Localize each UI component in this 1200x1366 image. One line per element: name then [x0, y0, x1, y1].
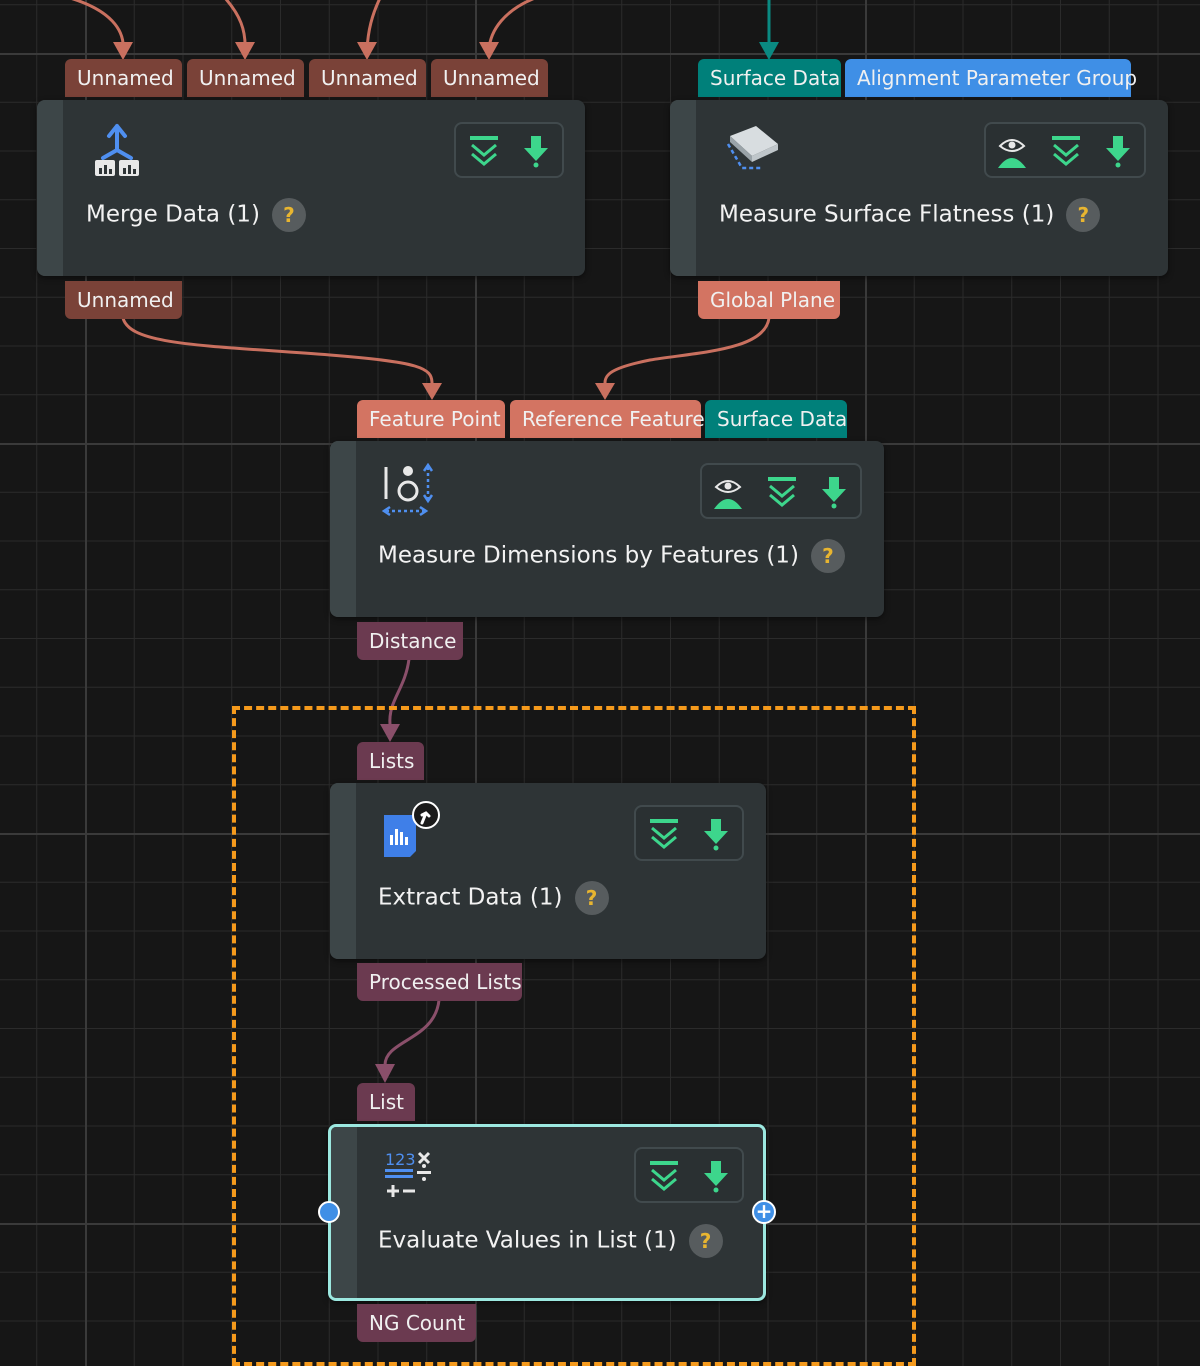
- wire-arrowhead: [759, 42, 779, 60]
- wire-arrowhead: [235, 42, 255, 60]
- node-handle[interactable]: [330, 441, 356, 617]
- input-port-unnamed-2[interactable]: Unnamed: [187, 59, 304, 97]
- node-title: Merge Data (1)?: [86, 198, 306, 232]
- add-output-icon[interactable]: +: [752, 1200, 776, 1224]
- svg-text:123: 123: [385, 1150, 416, 1169]
- node-extract-data[interactable]: Extract Data (1)?: [330, 783, 766, 959]
- help-icon[interactable]: ?: [688, 1224, 723, 1258]
- wire-arrowhead: [595, 383, 615, 400]
- collapse-icon[interactable]: [648, 817, 680, 851]
- help-icon[interactable]: ?: [574, 881, 609, 915]
- node-title-text: Evaluate Values in List (1): [378, 1227, 677, 1254]
- output-port-processed-lists[interactable]: Processed Lists: [357, 963, 522, 1001]
- node-title-text: Measure Surface Flatness (1): [719, 201, 1055, 228]
- node-merge-data[interactable]: Merge Data (1)?: [37, 100, 585, 276]
- node-title: Extract Data (1)?: [378, 881, 609, 915]
- output-port-ng-count[interactable]: NG Count: [357, 1304, 476, 1342]
- node-title: Evaluate Values in List (1)?: [378, 1224, 723, 1258]
- measure-dimensions-icon: [381, 463, 434, 517]
- help-icon[interactable]: ?: [271, 198, 306, 232]
- input-port-alignment-parameter-group[interactable]: Alignment Parameter Group: [845, 59, 1137, 97]
- node-toolbar: [700, 463, 862, 519]
- wire: [603, 317, 771, 384]
- output-port-unnamed[interactable]: Unnamed: [65, 281, 182, 319]
- wire-arrowhead: [113, 42, 133, 60]
- download-icon[interactable]: [520, 134, 552, 168]
- input-port-reference-feature[interactable]: Reference Feature: [510, 400, 705, 438]
- input-port-unnamed-4[interactable]: Unnamed: [431, 59, 548, 97]
- node-toolbar: [454, 122, 564, 178]
- merge-data-icon: [95, 124, 139, 176]
- input-port-surface-data[interactable]: Surface Data: [698, 59, 841, 97]
- download-icon[interactable]: [700, 817, 732, 851]
- node-title-text: Merge Data (1): [86, 201, 260, 228]
- download-icon[interactable]: [700, 1159, 732, 1193]
- download-icon[interactable]: [818, 475, 850, 509]
- node-toolbar: [634, 805, 744, 861]
- extract-data-icon: [384, 801, 440, 857]
- output-port-global-plane[interactable]: Global Plane: [698, 281, 840, 319]
- collapse-icon[interactable]: [1050, 134, 1082, 168]
- input-port-list[interactable]: List: [357, 1083, 415, 1121]
- help-icon[interactable]: ?: [810, 539, 845, 573]
- input-port-feature-point[interactable]: Feature Point: [357, 400, 505, 438]
- node-title: Measure Surface Flatness (1)?: [719, 198, 1101, 232]
- input-connector-dot[interactable]: [318, 1201, 340, 1223]
- wire-arrowhead: [422, 383, 442, 400]
- output-port-distance[interactable]: Distance: [357, 622, 463, 660]
- input-port-surface-data[interactable]: Surface Data: [705, 400, 847, 438]
- node-title-text: Extract Data (1): [378, 884, 563, 911]
- node-measure-surface-flatness[interactable]: Measure Surface Flatness (1)?: [670, 100, 1168, 276]
- visualize-icon[interactable]: [712, 475, 744, 509]
- collapse-icon[interactable]: [766, 475, 798, 509]
- node-title-text: Measure Dimensions by Features (1): [378, 542, 799, 569]
- input-port-lists[interactable]: Lists: [357, 742, 424, 780]
- wire-arrowhead: [357, 42, 377, 60]
- input-port-unnamed-1[interactable]: Unnamed: [65, 59, 182, 97]
- node-handle[interactable]: [37, 100, 63, 276]
- evaluate-values-icon: 123: [385, 1150, 431, 1197]
- node-title: Measure Dimensions by Features (1)?: [378, 539, 845, 573]
- help-icon[interactable]: ?: [1066, 198, 1101, 232]
- surface-flatness-icon: [726, 126, 778, 170]
- node-handle[interactable]: [670, 100, 696, 276]
- node-handle[interactable]: [330, 783, 356, 959]
- node-toolbar: [634, 1147, 744, 1203]
- node-evaluate-values-in-list[interactable]: 123 Evaluate Values in List (1)?: [328, 1124, 766, 1301]
- download-icon[interactable]: [1102, 134, 1134, 168]
- wire: [121, 317, 434, 384]
- visualize-icon[interactable]: [996, 134, 1028, 168]
- node-toolbar: [984, 122, 1146, 178]
- collapse-icon[interactable]: [648, 1159, 680, 1193]
- collapse-icon[interactable]: [468, 134, 500, 168]
- node-measure-dimensions-by-features[interactable]: Measure Dimensions by Features (1)?: [330, 441, 884, 617]
- wire-arrowhead: [479, 42, 499, 60]
- input-port-unnamed-3[interactable]: Unnamed: [309, 59, 426, 97]
